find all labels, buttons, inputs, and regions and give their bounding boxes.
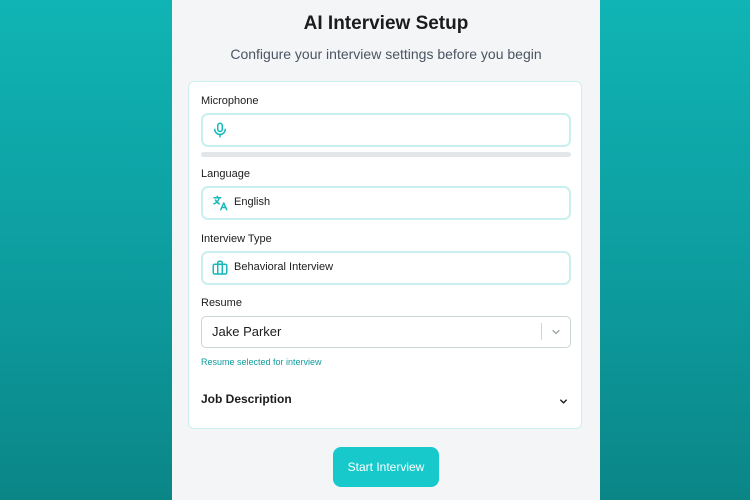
- briefcase-icon: [211, 259, 229, 277]
- microphone-select[interactable]: [201, 113, 571, 147]
- chevron-down-icon[interactable]: [550, 325, 562, 337]
- language-select[interactable]: English: [201, 186, 571, 220]
- microphone-level-bar: [201, 152, 571, 157]
- translate-icon: [211, 194, 229, 212]
- page-title: AI Interview Setup: [303, 13, 469, 34]
- settings-card: Microphone Language English Interview Ty…: [188, 81, 582, 429]
- select-divider: [541, 323, 542, 340]
- job-description-label: Job Description: [201, 392, 292, 406]
- start-interview-button[interactable]: Start Interview: [333, 447, 439, 487]
- language-value: English: [234, 196, 271, 208]
- setup-panel: AI Interview Setup Configure your interv…: [172, 0, 600, 500]
- resume-selected-value: Jake Parker: [212, 324, 282, 339]
- resume-select[interactable]: Jake Parker: [201, 316, 571, 348]
- chevron-down-icon[interactable]: [558, 394, 569, 405]
- resume-help-text: Resume selected for interview: [201, 357, 322, 367]
- language-label: Language: [201, 168, 250, 180]
- job-description-toggle[interactable]: Job Description: [201, 391, 571, 409]
- interview-type-label: Interview Type: [201, 233, 272, 245]
- interview-type-select[interactable]: Behavioral Interview: [201, 251, 571, 285]
- interview-type-value: Behavioral Interview: [234, 261, 334, 273]
- resume-label: Resume: [201, 297, 242, 309]
- microphone-icon: [211, 121, 229, 139]
- microphone-label: Microphone: [201, 95, 259, 107]
- page-subtitle: Configure your interview settings before…: [230, 46, 542, 62]
